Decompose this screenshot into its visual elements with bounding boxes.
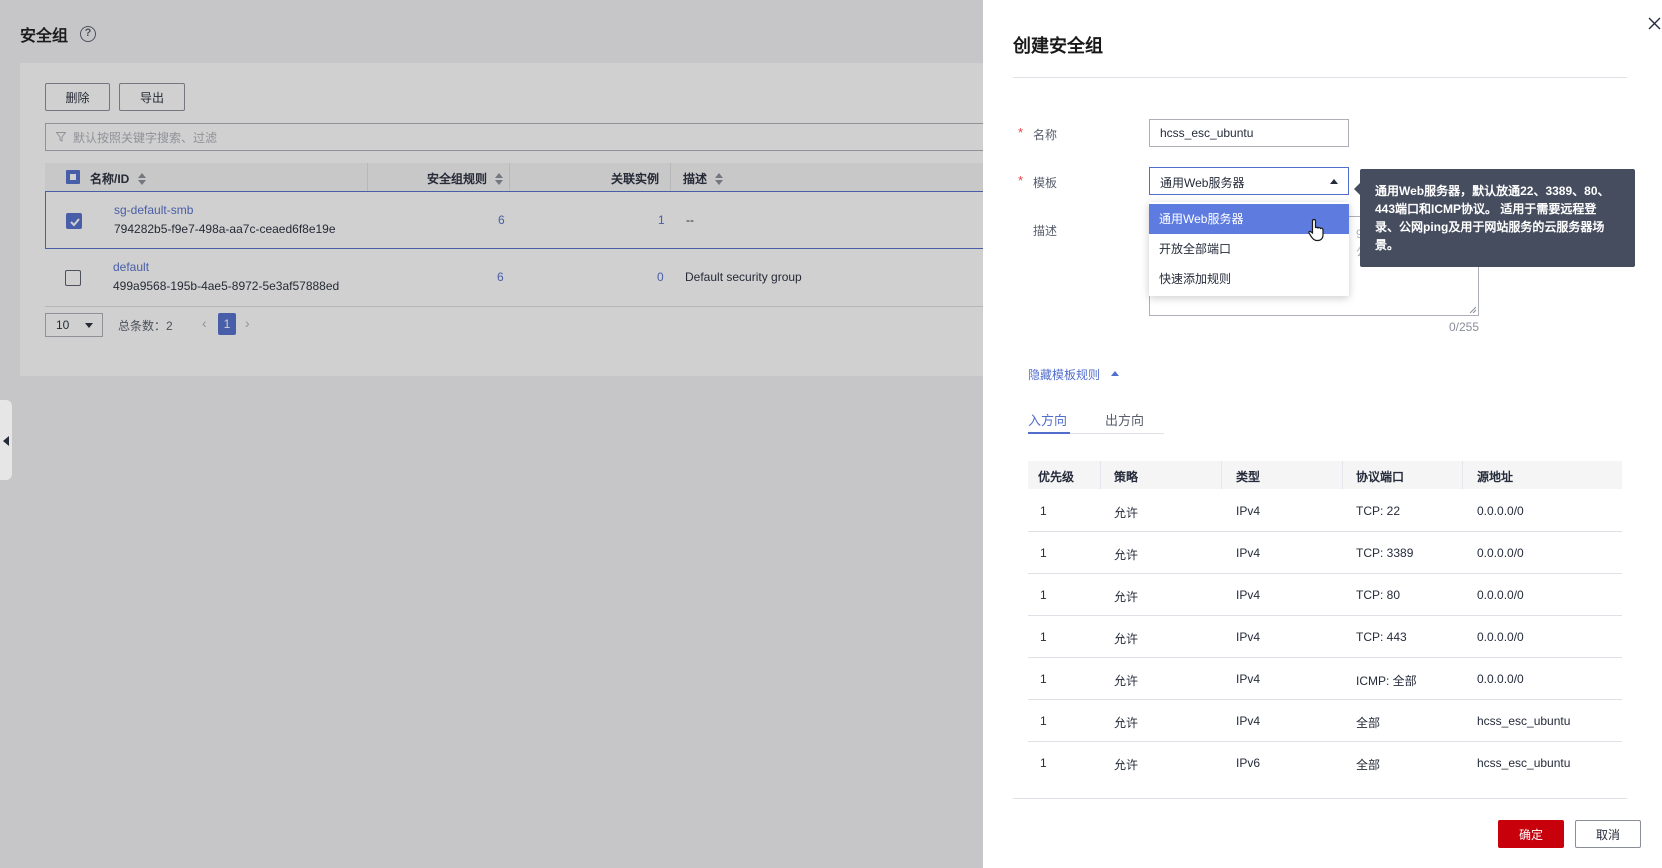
resize-handle-icon[interactable] bbox=[1468, 305, 1476, 313]
rule-source: hcss_esc_ubuntu bbox=[1477, 714, 1571, 728]
template-label: 模板 bbox=[1033, 176, 1058, 190]
dropdown-option-quick-add-rules[interactable]: 快速添加规则 bbox=[1149, 264, 1349, 294]
rule-policy: 允许 bbox=[1114, 758, 1139, 772]
rules-table-header: 优先级 策略 类型 协议端口 源地址 bbox=[1028, 461, 1622, 489]
rule-type: IPv4 bbox=[1236, 630, 1261, 644]
rules-header-source: 源地址 bbox=[1477, 470, 1514, 484]
rule-source: 0.0.0.0/0 bbox=[1477, 630, 1524, 644]
rule-type: IPv4 bbox=[1236, 504, 1261, 518]
char-count: 0/255 bbox=[1449, 320, 1480, 334]
rule-policy: 允许 bbox=[1114, 590, 1139, 604]
sidebar-collapse-handle[interactable] bbox=[0, 400, 12, 480]
rule-priority: 1 bbox=[1040, 546, 1047, 560]
chevron-up-icon bbox=[1330, 179, 1338, 184]
rule-policy: 允许 bbox=[1114, 632, 1139, 646]
hand-cursor-icon bbox=[1308, 218, 1324, 242]
rule-priority: 1 bbox=[1040, 588, 1047, 602]
rule-port: TCP: 3389 bbox=[1356, 546, 1414, 560]
rule-port: ICMP: 全部 bbox=[1356, 674, 1417, 688]
active-tab-indicator bbox=[1028, 432, 1070, 434]
cancel-button[interactable]: 取消 bbox=[1575, 820, 1641, 848]
rule-type: IPv4 bbox=[1236, 672, 1261, 686]
rule-policy: 允许 bbox=[1114, 506, 1139, 520]
rule-type: IPv6 bbox=[1236, 756, 1261, 770]
rule-type: IPv4 bbox=[1236, 588, 1261, 602]
rule-source: 0.0.0.0/0 bbox=[1477, 504, 1524, 518]
rule-port: 全部 bbox=[1356, 716, 1381, 730]
rule-type: IPv4 bbox=[1236, 546, 1261, 560]
rules-header-priority: 优先级 bbox=[1038, 470, 1075, 484]
rule-priority: 1 bbox=[1040, 630, 1047, 644]
rule-type: IPv4 bbox=[1236, 714, 1261, 728]
rule-policy: 允许 bbox=[1114, 548, 1139, 562]
rule-port: TCP: 80 bbox=[1356, 588, 1401, 602]
template-tooltip: 通用Web服务器，默认放通22、3389、80、443端口和ICMP协议。 适用… bbox=[1354, 169, 1635, 267]
drawer-title: 创建安全组 bbox=[1013, 36, 1103, 56]
table-row: 1 允许 IPv4 TCP: 3389 0.0.0.0/0 bbox=[1028, 532, 1622, 574]
desc-label: 描述 bbox=[1033, 224, 1058, 238]
rule-priority: 1 bbox=[1040, 672, 1047, 686]
template-select-value: 通用Web服务器 bbox=[1160, 176, 1245, 190]
column-divider bbox=[1462, 461, 1463, 489]
tab-outbound[interactable]: 出方向 bbox=[1105, 410, 1144, 429]
rule-source: 0.0.0.0/0 bbox=[1477, 588, 1524, 602]
table-row: 1 允许 IPv4 TCP: 22 0.0.0.0/0 bbox=[1028, 490, 1622, 532]
table-row: 1 允许 IPv4 全部 hcss_esc_ubuntu bbox=[1028, 700, 1622, 742]
rule-source: hcss_esc_ubuntu bbox=[1477, 756, 1571, 770]
rule-port: TCP: 22 bbox=[1356, 504, 1401, 518]
rules-header-policy: 策略 bbox=[1114, 470, 1139, 484]
create-security-group-drawer: 创建安全组 * 名称 hcss_esc_ubuntu * 模板 通用Web服务器… bbox=[983, 0, 1662, 868]
divider bbox=[1013, 798, 1627, 799]
close-icon[interactable] bbox=[1647, 16, 1662, 31]
chevron-up-icon[interactable] bbox=[1111, 371, 1119, 376]
rule-source: 0.0.0.0/0 bbox=[1477, 672, 1524, 686]
rule-port: TCP: 443 bbox=[1356, 630, 1407, 644]
rule-policy: 允许 bbox=[1114, 674, 1139, 688]
column-divider bbox=[1342, 461, 1343, 489]
rules-header-type: 类型 bbox=[1236, 470, 1261, 484]
confirm-button[interactable]: 确定 bbox=[1498, 820, 1564, 848]
name-label: 名称 bbox=[1033, 128, 1058, 142]
rules-header-port: 协议端口 bbox=[1356, 470, 1405, 484]
required-mark: * bbox=[1018, 125, 1024, 140]
table-row: 1 允许 IPv6 全部 hcss_esc_ubuntu bbox=[1028, 742, 1622, 784]
table-row: 1 允许 IPv4 TCP: 443 0.0.0.0/0 bbox=[1028, 616, 1622, 658]
name-input[interactable]: hcss_esc_ubuntu bbox=[1149, 119, 1349, 147]
table-row: 1 允许 IPv4 TCP: 80 0.0.0.0/0 bbox=[1028, 574, 1622, 616]
template-select[interactable]: 通用Web服务器 bbox=[1149, 167, 1349, 195]
table-row: 1 允许 IPv4 ICMP: 全部 0.0.0.0/0 bbox=[1028, 658, 1622, 700]
rule-policy: 允许 bbox=[1114, 716, 1139, 730]
rule-source: 0.0.0.0/0 bbox=[1477, 546, 1524, 560]
tab-inbound[interactable]: 入方向 bbox=[1028, 410, 1067, 429]
column-divider bbox=[1221, 461, 1222, 489]
modal-overlay[interactable] bbox=[0, 0, 983, 868]
column-divider bbox=[1100, 461, 1101, 489]
rule-priority: 1 bbox=[1040, 756, 1047, 770]
divider bbox=[1013, 77, 1627, 78]
hide-template-rules-link[interactable]: 隐藏模板规则 bbox=[1028, 366, 1100, 383]
template-dropdown: 通用Web服务器 开放全部端口 快速添加规则 bbox=[1149, 202, 1349, 296]
rule-port: 全部 bbox=[1356, 758, 1381, 772]
rule-priority: 1 bbox=[1040, 504, 1047, 518]
required-mark: * bbox=[1018, 173, 1024, 188]
rule-priority: 1 bbox=[1040, 714, 1047, 728]
